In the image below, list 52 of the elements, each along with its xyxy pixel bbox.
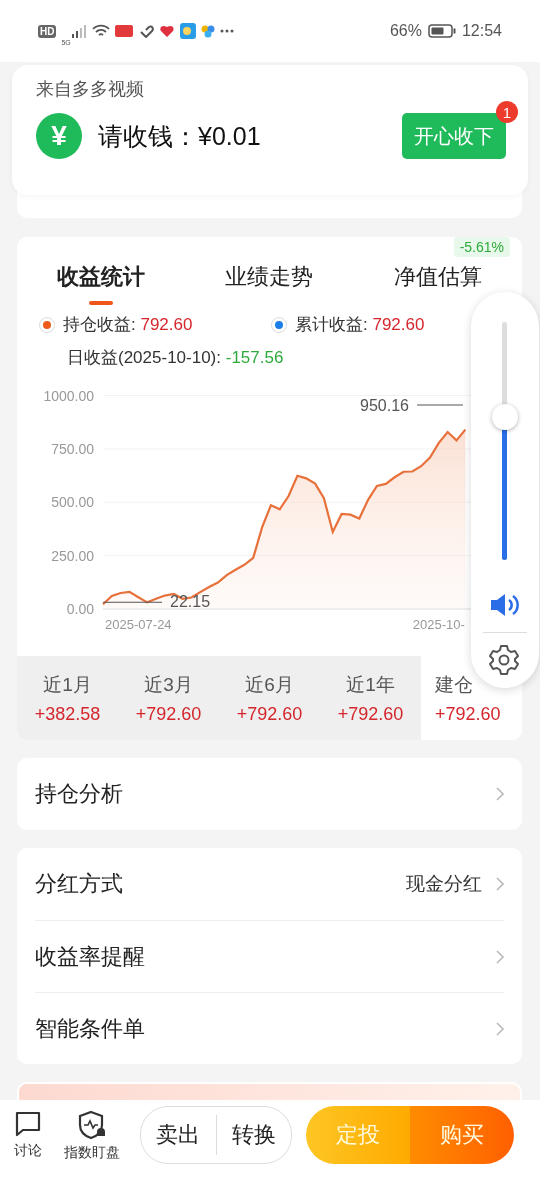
- notification-source: 来自多多视频: [36, 78, 144, 101]
- axis-label: 2025-10-: [412, 617, 465, 632]
- daily-return: 日收益(2025-10-10): -157.56: [66, 347, 284, 369]
- period-tab[interactable]: 近3月 +792.60: [118, 656, 219, 740]
- battery-icon: [427, 24, 456, 38]
- battery-percent: 66%: [389, 22, 422, 40]
- more-icon: [219, 29, 234, 33]
- hd-badge: HD: [38, 24, 57, 38]
- menu-row[interactable]: 收益率提醒: [35, 920, 504, 992]
- axis-label: 1000.00: [43, 389, 94, 404]
- leader-line: [416, 404, 464, 406]
- count-badge: 1: [496, 101, 518, 123]
- annotation-label: 22.15: [170, 593, 211, 611]
- axis-label: 2025-07-24: [105, 617, 172, 632]
- change-badge: -5.61%: [453, 237, 510, 257]
- chevron-right-icon: [496, 949, 504, 964]
- shield-bell-icon: [78, 1110, 106, 1140]
- yen-icon: ¥: [36, 113, 82, 159]
- speaker-icon[interactable]: [489, 592, 519, 618]
- leader-line: [102, 601, 163, 603]
- trade-button[interactable]: 卖出: [141, 1115, 216, 1155]
- settings-icon[interactable]: [488, 644, 520, 676]
- chevron-right-icon: [496, 787, 504, 801]
- chat-icon: [14, 1110, 42, 1138]
- tab[interactable]: 收益统计: [57, 259, 146, 295]
- period-tab[interactable]: 近1月 +382.58: [17, 656, 118, 740]
- signal-icon: [70, 24, 87, 38]
- weather-icon: [179, 23, 196, 39]
- axis-label: 250.00: [51, 547, 94, 564]
- axis-label: 750.00: [51, 440, 94, 457]
- axis-label: 0.00: [66, 601, 94, 617]
- chevron-right-icon: [496, 1021, 504, 1036]
- tab[interactable]: 业绩走势: [225, 259, 314, 295]
- clock-time: 12:54: [461, 22, 502, 40]
- period-tab[interactable]: 近1年 +792.60: [320, 656, 421, 740]
- pinwheel-icon: [200, 24, 215, 38]
- chevron-right-icon: [496, 877, 504, 891]
- toolbar-link[interactable]: 指数盯盘: [64, 1110, 120, 1162]
- menu-row[interactable]: 智能条件单: [35, 992, 504, 1064]
- tab[interactable]: 净值估算: [393, 259, 482, 295]
- period-tab[interactable]: 近6月 +792.60: [219, 656, 320, 740]
- trade-button[interactable]: 转换: [215, 1115, 291, 1155]
- menu-row[interactable]: 分红方式 现金分红: [35, 848, 504, 920]
- wifi-icon: [91, 24, 110, 38]
- annotation-label: 950.16: [360, 397, 409, 414]
- legend-label: 持仓收益: 792.60: [63, 314, 193, 336]
- notification-message: 请收钱：¥0.01: [98, 120, 262, 152]
- legend-label: 累计收益: 792.60: [295, 314, 425, 336]
- tab-underline: [89, 301, 114, 305]
- toolbar-link[interactable]: 讨论: [14, 1110, 42, 1160]
- app-icon: [114, 24, 133, 38]
- axis-label: 500.00: [51, 494, 94, 511]
